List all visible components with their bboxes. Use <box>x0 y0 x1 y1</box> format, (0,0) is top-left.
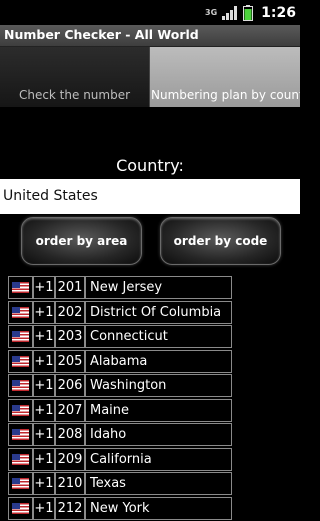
app-title-bar: Number Checker - All World <box>0 25 300 47</box>
country-prefix: +1 <box>33 300 55 324</box>
tab-bar: Check the number Numbering plan by count… <box>0 47 300 107</box>
signal-icon <box>222 5 238 20</box>
status-bar: 3G 1:26 <box>0 0 300 25</box>
area-code: 202 <box>55 300 85 324</box>
tab-check-number[interactable]: Check the number <box>0 47 150 107</box>
country-prefix: +1 <box>33 276 55 299</box>
list-item[interactable]: +1 201 New Jersey <box>8 276 232 299</box>
country-selector[interactable]: United States <box>0 179 300 214</box>
order-by-code-label: order by code <box>173 234 268 248</box>
flag-cell <box>8 276 33 299</box>
area-code: 209 <box>55 447 85 471</box>
area-name: California <box>85 447 232 471</box>
3g-icon: 3G <box>205 7 218 17</box>
area-name: Texas <box>85 472 232 495</box>
order-by-area-label: order by area <box>35 234 128 248</box>
country-prefix: +1 <box>33 398 55 422</box>
us-flag-icon <box>12 355 29 367</box>
area-name: Idaho <box>85 423 232 446</box>
country-value: United States <box>3 188 98 204</box>
area-name: New Jersey <box>85 276 232 299</box>
flag-cell <box>8 325 33 348</box>
flag-cell <box>8 447 33 471</box>
us-flag-icon <box>12 502 29 514</box>
clock: 1:26 <box>261 4 296 21</box>
area-code: 206 <box>55 374 85 397</box>
status-icons: 3G 1:26 <box>205 3 296 22</box>
us-flag-icon <box>12 453 29 465</box>
list-item[interactable]: +1 202 District Of Columbia <box>8 300 232 324</box>
tab-label: Check the number <box>18 88 131 102</box>
battery-icon <box>243 4 254 21</box>
us-flag-icon <box>12 380 29 391</box>
area-code-list: +1 201 New Jersey +1 202 District Of Col… <box>8 276 232 521</box>
tab-label: Numbering plan by country <box>151 88 300 102</box>
us-flag-icon <box>12 331 29 342</box>
area-code: 205 <box>55 349 85 373</box>
list-item[interactable]: +1 203 Connecticut <box>8 325 232 348</box>
order-by-code-button[interactable]: order by code <box>160 217 281 265</box>
flag-cell <box>8 398 33 422</box>
list-item[interactable]: +1 209 California <box>8 447 232 471</box>
list-item[interactable]: +1 207 Maine <box>8 398 232 422</box>
area-code: 207 <box>55 398 85 422</box>
us-flag-icon <box>12 404 29 416</box>
flag-cell <box>8 349 33 373</box>
area-name: District Of Columbia <box>85 300 232 324</box>
country-prefix: +1 <box>33 325 55 348</box>
country-label: Country: <box>116 156 184 175</box>
area-code: 203 <box>55 325 85 348</box>
area-name: Connecticut <box>85 325 232 348</box>
order-by-area-button[interactable]: order by area <box>21 217 142 265</box>
list-item[interactable]: +1 206 Washington <box>8 374 232 397</box>
flag-cell <box>8 423 33 446</box>
us-flag-icon <box>12 478 29 489</box>
country-prefix: +1 <box>33 447 55 471</box>
area-name: Maine <box>85 398 232 422</box>
us-flag-icon <box>12 306 29 318</box>
flag-cell <box>8 374 33 397</box>
area-code: 208 <box>55 423 85 446</box>
tab-numbering-plan[interactable]: Numbering plan by country <box>150 47 300 107</box>
country-prefix: +1 <box>33 423 55 446</box>
flag-cell <box>8 300 33 324</box>
area-code: 210 <box>55 472 85 495</box>
country-prefix: +1 <box>33 374 55 397</box>
area-name: Washington <box>85 374 232 397</box>
network-type: 3G <box>205 7 218 17</box>
us-flag-icon <box>12 429 29 440</box>
us-flag-icon <box>12 282 29 293</box>
app-title: Number Checker - All World <box>4 27 199 42</box>
flag-cell <box>8 472 33 495</box>
area-name: Alabama <box>85 349 232 373</box>
list-item[interactable]: +1 210 Texas <box>8 472 232 495</box>
country-prefix: +1 <box>33 472 55 495</box>
list-item[interactable]: +1 208 Idaho <box>8 423 232 446</box>
country-prefix: +1 <box>33 349 55 373</box>
list-item[interactable]: +1 205 Alabama <box>8 349 232 373</box>
area-code: 201 <box>55 276 85 299</box>
